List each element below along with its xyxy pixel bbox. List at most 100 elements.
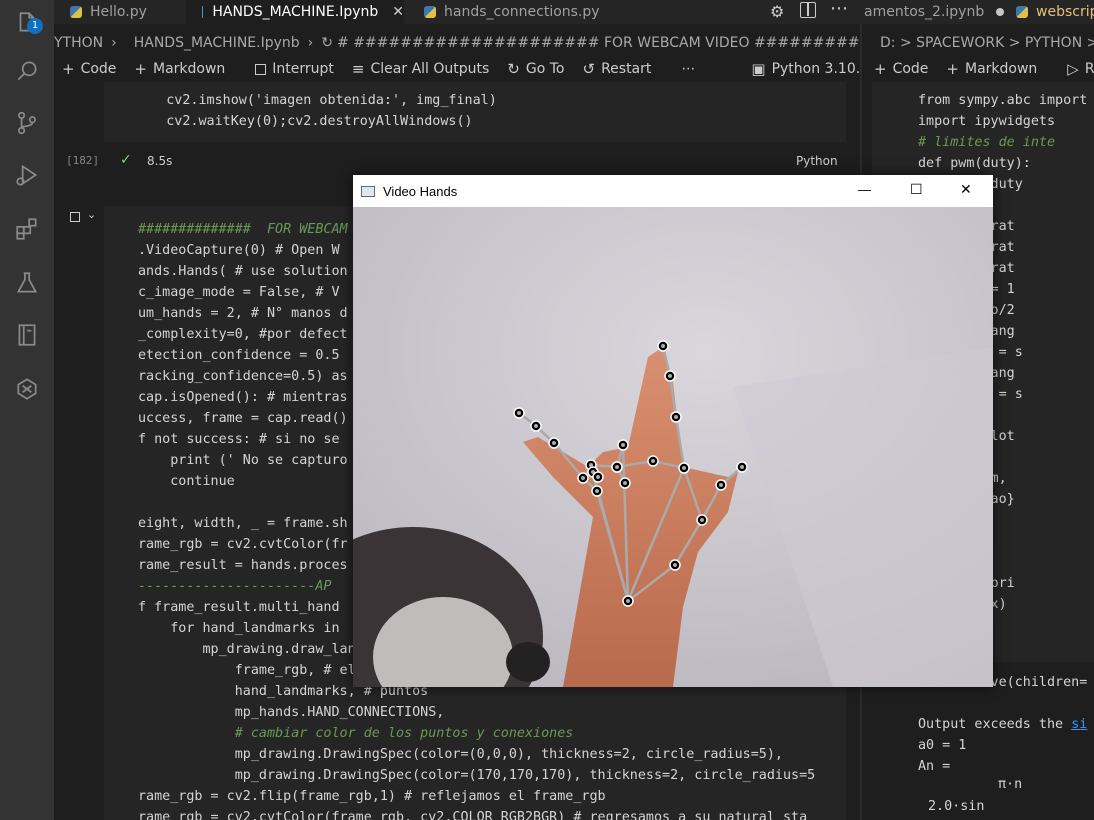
hand-landmark-center [626, 599, 630, 603]
code-line: mp_drawing.DrawingSpec(color=(170,170,17… [138, 768, 816, 783]
activity-bar: 1 [0, 0, 54, 820]
explorer-badge: 1 [27, 18, 43, 34]
hand-landmark-center [615, 465, 619, 469]
success-check-icon: ✓ [120, 152, 132, 168]
add-markdown-button[interactable]: + Markdown [134, 60, 225, 78]
stop-icon [255, 63, 267, 75]
add-code-label: Code [892, 61, 929, 77]
split-editor-icon[interactable] [800, 2, 816, 18]
gear-icon[interactable]: ⚙ [770, 2, 784, 21]
add-markdown-label: Markdown [153, 61, 226, 77]
breadcrumb-file[interactable]: HANDS_MACHINE.Ipynb [134, 35, 300, 51]
hand-landmark-center [673, 563, 677, 567]
code-line: rame_rgb = cv2.cvtColor(frame_rgb, cv2.C… [138, 810, 808, 820]
code-line: def pwm(duty): [918, 156, 1031, 171]
right-notebook-toolbar: + Code + Markdown ▷ R [874, 56, 1094, 82]
testing-icon[interactable] [12, 268, 42, 298]
right-breadcrumb: D: > SPACEWORK > PYTHON > Ar [880, 32, 1094, 54]
hand-landmark-center [651, 459, 655, 463]
hand-landmark-center [517, 411, 521, 415]
interrupt-label: Interrupt [272, 61, 334, 77]
kernel-icon: ▣ [751, 60, 766, 78]
run-all-button[interactable]: ▷ R [1067, 60, 1094, 78]
tab-label: amentos_2.ipynb [864, 4, 985, 20]
search-icon[interactable] [12, 56, 42, 86]
clear-all-icon: ≡ [351, 60, 365, 78]
code-line: from sympy.abc import [918, 93, 1088, 108]
output-link[interactable]: si [1071, 717, 1087, 732]
go-to-icon: ↻ [507, 60, 520, 78]
close-icon[interactable]: ✕ [392, 4, 404, 20]
previous-cell-code[interactable]: cv2.imshow('imagen obtenida:', img_final… [134, 90, 497, 132]
restart-label: Restart [601, 61, 652, 77]
python-file-icon [70, 6, 82, 18]
restart-icon: ↺ [582, 60, 596, 78]
breadcrumb: YTHON › HANDS_MACHINE.Ipynb › ↻ # ######… [54, 32, 860, 54]
code-line: mp_hands.HAND_CONNECTIONS, [138, 705, 445, 720]
notebook-file-icon [202, 6, 204, 18]
cell-language[interactable]: Python [796, 154, 838, 168]
chevron-right-icon: › [307, 35, 314, 51]
add-code-label: Code [80, 61, 117, 77]
webcam-frame [353, 207, 993, 687]
tab-amentos[interactable]: amentos_2.ipynb [860, 0, 1005, 24]
run-label: R [1084, 61, 1094, 77]
hand-landmark-center [623, 481, 627, 485]
execution-count: [182] [66, 154, 100, 167]
code-line: cv2.imshow('imagen obtenida:', img_final… [134, 93, 497, 108]
close-button[interactable]: ✕ [960, 181, 972, 198]
output-line: Output exceeds the [918, 717, 1072, 732]
more-actions-icon[interactable]: ⋯ [830, 0, 848, 19]
add-markdown-button[interactable]: + Markdown [946, 60, 1037, 78]
chevron-down-icon[interactable]: ⌄ [87, 208, 96, 221]
hand-landmark-center [682, 466, 686, 470]
code-line: cv2.waitKey(0);cv2.destroyAllWindows() [134, 114, 473, 129]
breadcrumb-folder[interactable]: YTHON [54, 35, 103, 51]
extensions-icon[interactable] [12, 214, 42, 244]
run-debug-icon[interactable] [12, 160, 42, 190]
restart-button[interactable]: ↺ Restart [582, 60, 651, 78]
source-control-icon[interactable] [12, 108, 42, 138]
window-title-bar[interactable]: Video Hands — ☐ ✕ [353, 175, 993, 207]
breadcrumb-path[interactable]: D: > SPACEWORK > PYTHON > Ar [880, 35, 1094, 51]
hand-landmark-center [621, 443, 625, 447]
add-markdown-label: Markdown [965, 61, 1038, 77]
tab-hands-connections[interactable]: hands_connections.py [408, 0, 628, 24]
code-line: rame_rgb = cv2.flip(frame_rgb,1) # refle… [138, 789, 606, 804]
cell-duration: 8.5s [147, 154, 173, 168]
right-output-notice: Output exceeds the si [918, 714, 1087, 735]
add-code-button[interactable]: + Code [62, 60, 116, 78]
tab-hello-py[interactable]: Hello.py [54, 0, 186, 24]
go-to-button[interactable]: ↻ Go To [507, 60, 564, 78]
tab-label: hands_connections.py [444, 4, 600, 20]
minimize-button[interactable]: — [858, 182, 871, 197]
video-hands-window[interactable]: Video Hands — ☐ ✕ [353, 175, 993, 687]
window-title: Video Hands [383, 183, 458, 199]
python-file-icon [1016, 6, 1028, 18]
kernel-label: Python 3.10.10 [771, 61, 860, 77]
tab-label: HANDS_MACHINE.Ipynb [212, 4, 379, 20]
kernel-picker[interactable]: ▣ Python 3.10.10 [751, 60, 860, 78]
tab-webscrip[interactable]: webscrip [1000, 0, 1094, 24]
output-line: π·n [998, 777, 1023, 792]
maximize-button[interactable]: ☐ [910, 181, 923, 198]
more-icon[interactable]: ⋯ [681, 61, 695, 77]
clear-outputs-button[interactable]: ≡ Clear All Outputs [352, 60, 489, 78]
go-to-label: Go To [525, 61, 565, 77]
hand-landmark-center [552, 441, 556, 445]
notebook-icon[interactable] [12, 320, 42, 350]
cell-checkbox-icon[interactable] [70, 212, 80, 222]
code-line: mp_drawing.DrawingSpec(color=(0,0,0), th… [138, 747, 783, 762]
tab-hands-machine[interactable]: HANDS_MACHINE.Ipynb ✕ [186, 0, 404, 24]
breadcrumb-cell[interactable]: # ##################### FOR WEBCAM VIDEO… [337, 35, 860, 51]
hand-landmark-center [661, 344, 665, 348]
add-code-button[interactable]: + Code [874, 60, 928, 78]
tab-label: Hello.py [90, 4, 147, 20]
hand-landmark-center [674, 415, 678, 419]
hand-landmark-center [581, 476, 585, 480]
code-line: # limites de inte [918, 135, 1056, 150]
remote-icon[interactable] [12, 374, 42, 404]
output-line: a0 = 1 [918, 738, 967, 753]
interrupt-button[interactable]: Interrupt [255, 61, 334, 77]
python-file-icon [424, 6, 436, 18]
